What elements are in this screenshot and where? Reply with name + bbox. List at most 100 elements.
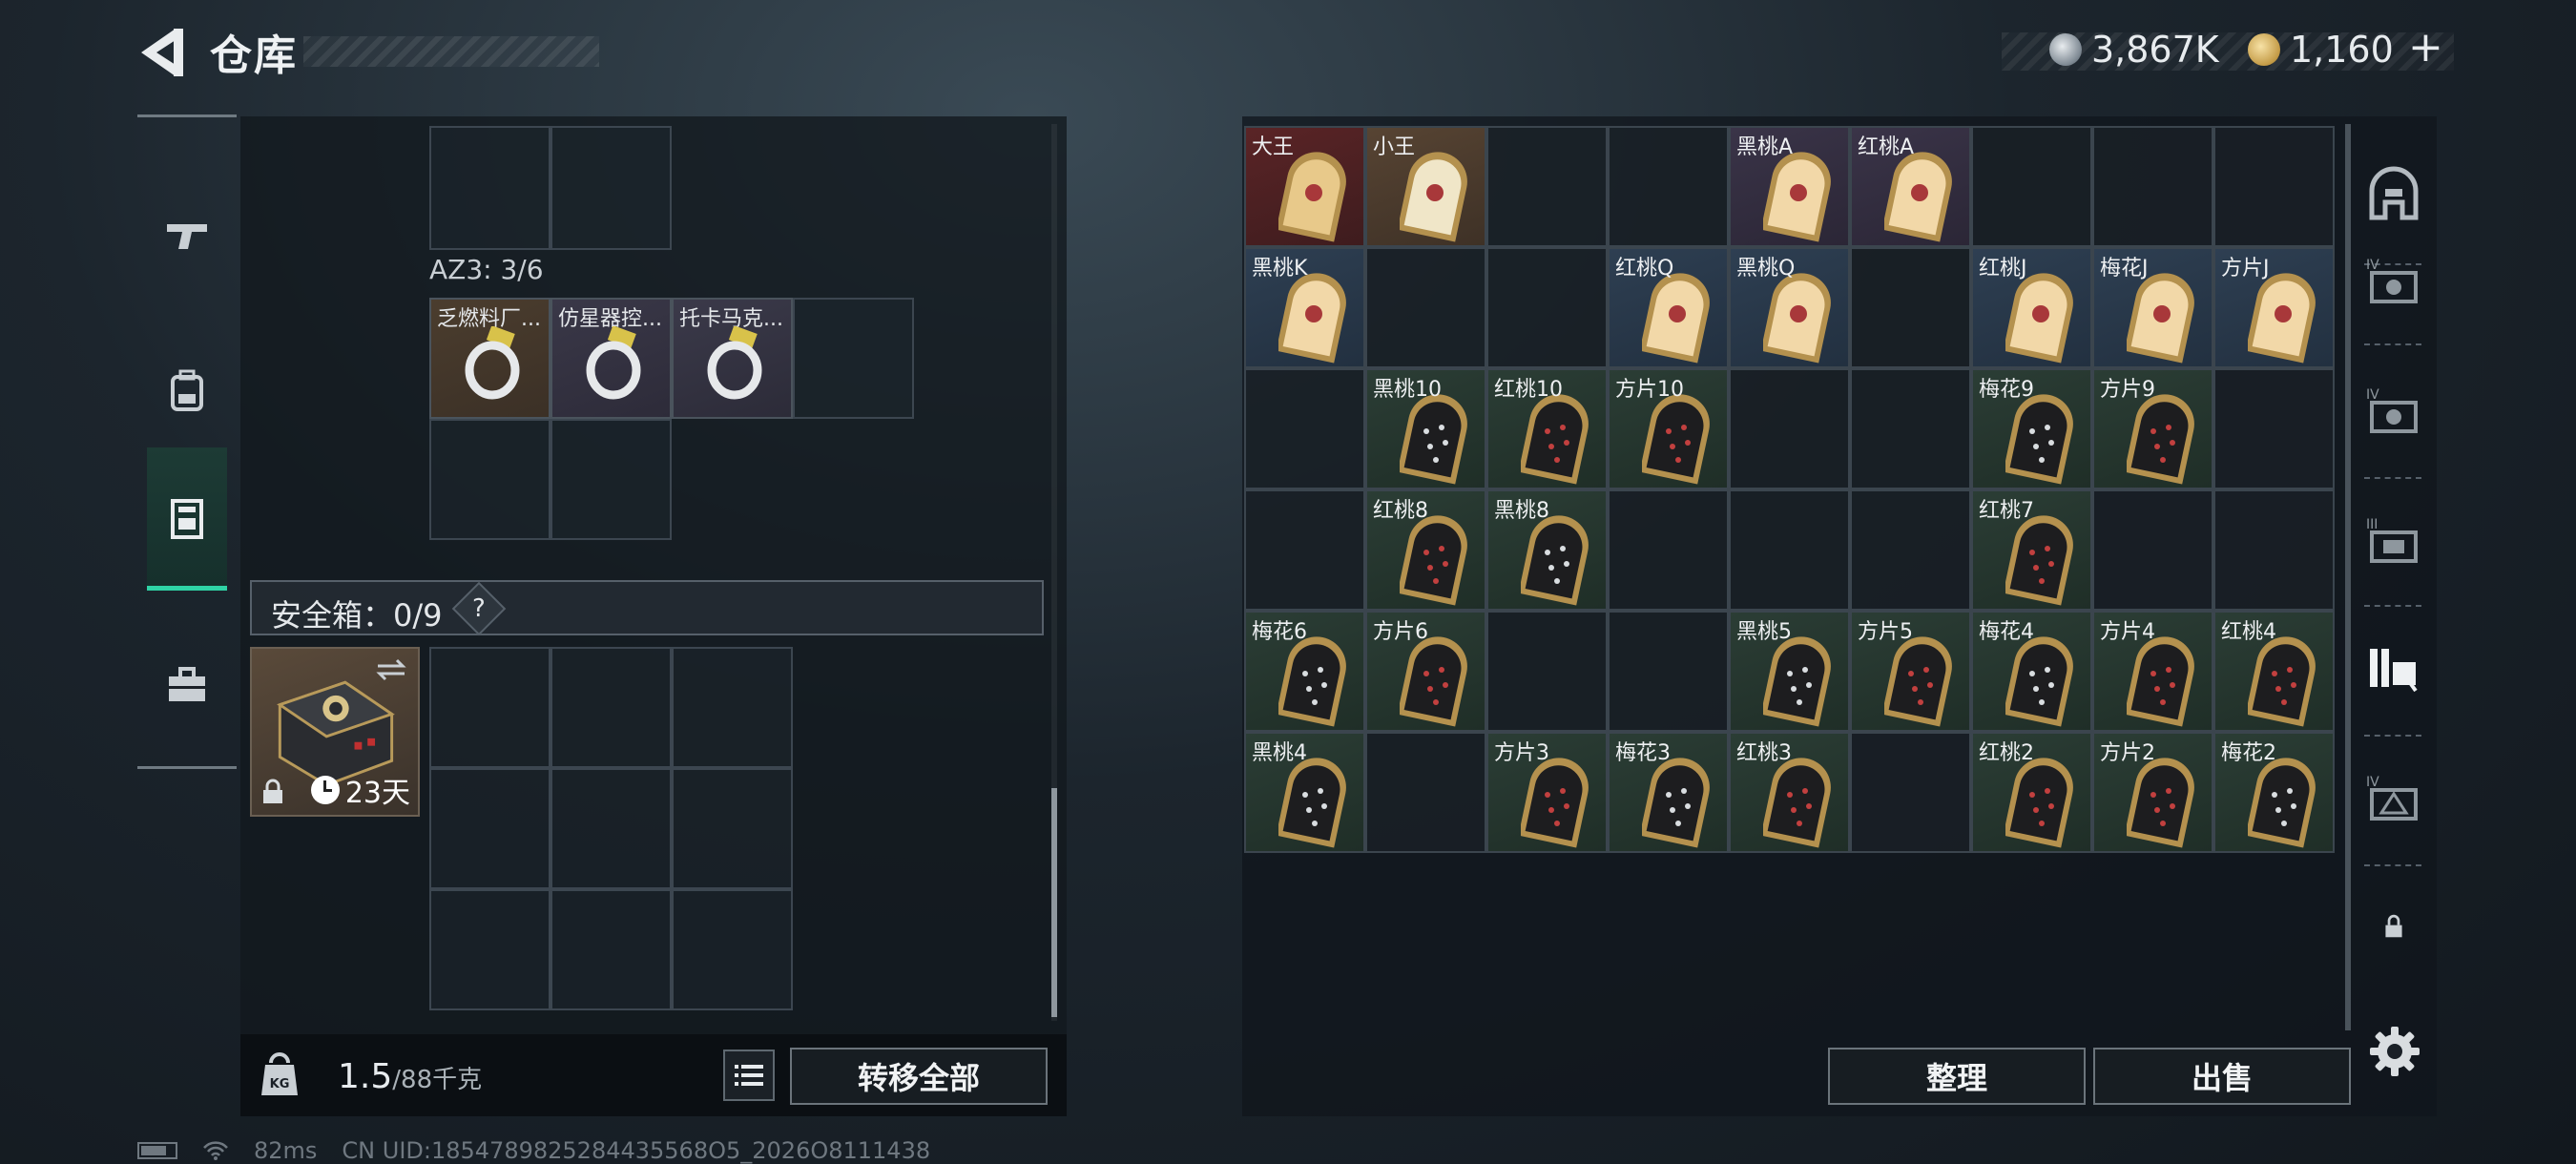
add-currency-button[interactable]: + (2408, 23, 2443, 72)
card-item[interactable]: 红桃J (1971, 247, 2092, 368)
storage-item[interactable]: 仿星器控... (551, 298, 672, 419)
storage-cell[interactable] (429, 126, 551, 250)
card-item[interactable]: 方片10 (1608, 368, 1729, 489)
safe-slot[interactable] (672, 768, 793, 889)
card-slot[interactable] (2213, 489, 2335, 611)
card-slot[interactable] (1850, 489, 1971, 611)
card-label: 方片2 (2100, 741, 2155, 765)
card-item[interactable]: 梅花9 (1971, 368, 2092, 489)
card-item[interactable]: 方片6 (1365, 611, 1486, 732)
playing-card-icon (2248, 636, 2316, 727)
playing-card-icon (1400, 394, 1467, 485)
safe-slot[interactable] (429, 647, 551, 768)
tab-weapons[interactable] (147, 163, 227, 306)
safe-slot[interactable] (551, 647, 672, 768)
card-item[interactable]: 方片9 (2092, 368, 2213, 489)
safe-slot[interactable] (672, 647, 793, 768)
card-item[interactable]: 黑桃Q (1729, 247, 1850, 368)
help-button[interactable]: ? (451, 581, 507, 636)
rtab-level3[interactable]: III (2360, 479, 2427, 603)
card-item[interactable]: 梅花6 (1244, 611, 1365, 732)
tab-gear[interactable] (147, 320, 227, 463)
card-item[interactable]: 黑桃A (1729, 126, 1850, 247)
card-item[interactable]: 黑桃5 (1729, 611, 1850, 732)
card-slot[interactable] (1486, 126, 1608, 247)
card-slot[interactable] (1608, 611, 1729, 732)
card-item[interactable]: 红桃4 (2213, 611, 2335, 732)
settings-gear-icon[interactable] (2366, 1023, 2423, 1080)
tab-toolbox[interactable] (147, 613, 227, 757)
card-slot[interactable] (1850, 368, 1971, 489)
storage-cell[interactable] (429, 419, 551, 540)
back-button[interactable] (134, 25, 191, 80)
card-item[interactable]: 黑桃4 (1244, 732, 1365, 853)
card-item[interactable]: 梅花3 (1608, 732, 1729, 853)
card-item[interactable]: 黑桃8 (1486, 489, 1608, 611)
storage-cell[interactable] (551, 126, 672, 250)
card-slot[interactable] (1729, 489, 1850, 611)
transfer-all-button[interactable]: 转移全部 (790, 1048, 1048, 1105)
card-item[interactable]: 梅花J (2092, 247, 2213, 368)
container-icon (171, 498, 203, 539)
safe-box-item[interactable]: 23天 (250, 647, 420, 817)
card-slot[interactable] (1486, 247, 1608, 368)
card-item[interactable]: 方片3 (1486, 732, 1608, 853)
card-item[interactable]: 红桃2 (1971, 732, 2092, 853)
title-decoration (303, 36, 599, 67)
storage-scrollbar-thumb[interactable] (1051, 788, 1057, 1017)
card-slot[interactable] (1850, 247, 1971, 368)
card-item[interactable]: 梅花2 (2213, 732, 2335, 853)
card-item[interactable]: 梅花4 (1971, 611, 2092, 732)
card-slot[interactable] (1729, 368, 1850, 489)
card-slot[interactable] (1365, 732, 1486, 853)
rtab-keycards[interactable] (2360, 607, 2427, 731)
card-slot[interactable] (1608, 126, 1729, 247)
card-item[interactable]: 红桃7 (1971, 489, 2092, 611)
card-item[interactable]: 大王 (1244, 126, 1365, 247)
card-item[interactable]: 方片5 (1850, 611, 1971, 732)
tab-container[interactable] (147, 447, 227, 591)
swap-icon[interactable] (374, 656, 408, 683)
card-item[interactable]: 红桃3 (1729, 732, 1850, 853)
card-scrollbar[interactable] (2345, 124, 2351, 1030)
card-item[interactable]: 红桃10 (1486, 368, 1608, 489)
card-item[interactable]: 方片4 (2092, 611, 2213, 732)
card-slot[interactable] (2092, 489, 2213, 611)
storage-item[interactable]: 托卡马克... (672, 298, 793, 419)
weight-kg-icon: KG (261, 1052, 298, 1095)
card-slot[interactable] (1608, 489, 1729, 611)
storage-cell[interactable] (551, 419, 672, 540)
card-slot[interactable] (2213, 368, 2335, 489)
playing-card-icon (2127, 636, 2194, 727)
card-slot[interactable] (1244, 368, 1365, 489)
safe-slot[interactable] (551, 889, 672, 1010)
safe-slot[interactable] (429, 768, 551, 889)
safe-slot[interactable] (429, 889, 551, 1010)
card-slot[interactable] (2092, 126, 2213, 247)
list-view-button[interactable] (723, 1050, 775, 1101)
card-item[interactable]: 黑桃K (1244, 247, 1365, 368)
safe-slot[interactable] (672, 889, 793, 1010)
rtab-level4-a[interactable]: IV (2360, 219, 2427, 343)
card-item[interactable]: 黑桃10 (1365, 368, 1486, 489)
card-item[interactable]: 红桃A (1850, 126, 1971, 247)
card-slot[interactable] (1486, 611, 1608, 732)
card-slot[interactable] (1365, 247, 1486, 368)
card-slot[interactable] (1850, 732, 1971, 853)
storage-cell[interactable] (793, 298, 914, 419)
card-item[interactable]: 方片2 (2092, 732, 2213, 853)
safe-slot[interactable] (551, 768, 672, 889)
card-item[interactable]: 红桃Q (1608, 247, 1729, 368)
card-slot[interactable] (2213, 126, 2335, 247)
card-item[interactable]: 红桃8 (1365, 489, 1486, 611)
sell-button[interactable]: 出售 (2093, 1048, 2351, 1105)
rtab-level4-b[interactable]: IV (2360, 349, 2427, 473)
rtab-level4-c[interactable]: IV (2360, 737, 2427, 861)
sort-button[interactable]: 整理 (1828, 1048, 2086, 1105)
card-slot[interactable] (1244, 489, 1365, 611)
card-label: 方片4 (2100, 620, 2155, 644)
card-item[interactable]: 小王 (1365, 126, 1486, 247)
storage-item[interactable]: 乏燃料厂... (429, 298, 551, 419)
card-item[interactable]: 方片J (2213, 247, 2335, 368)
card-slot[interactable] (1971, 126, 2092, 247)
